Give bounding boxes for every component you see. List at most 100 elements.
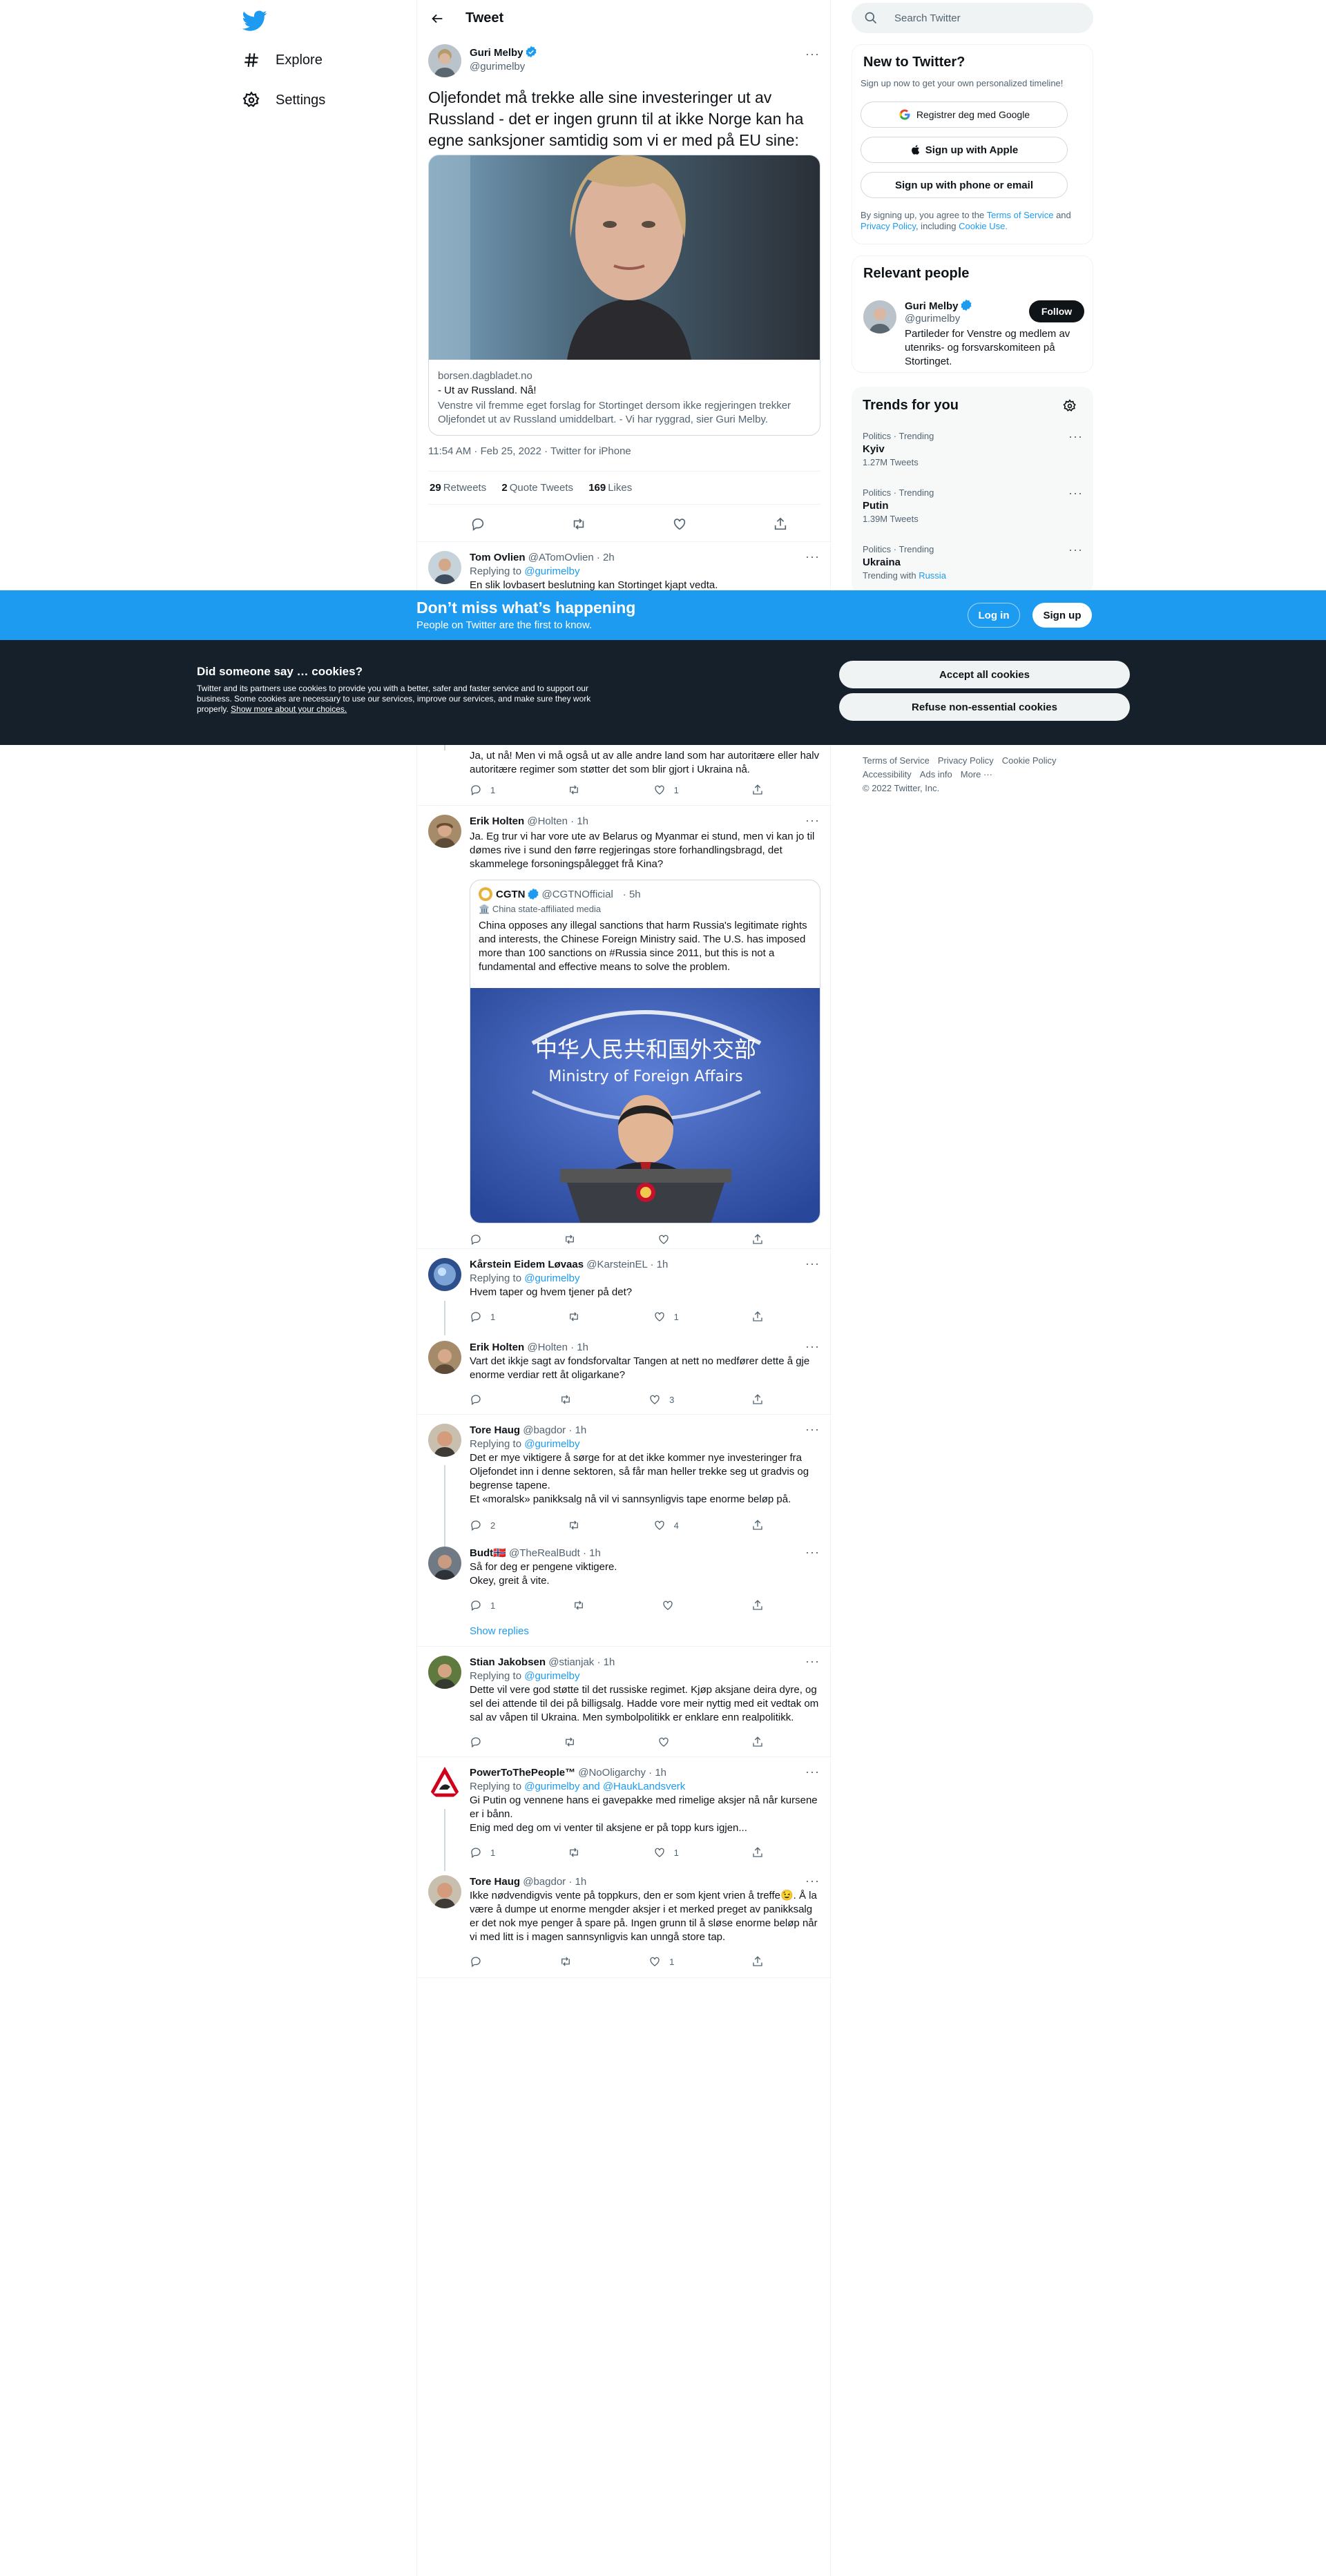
reply-tweet[interactable]: Budt🇳🇴 @TheRealBudt · 1h Så for deg er p… xyxy=(417,1538,832,1649)
avatar[interactable] xyxy=(428,1766,461,1799)
avatar[interactable] xyxy=(428,815,461,848)
follow-button[interactable]: Follow xyxy=(1029,300,1084,322)
trend-item[interactable]: Politics · Trending Kyiv 1.27M Tweets xyxy=(863,431,1084,467)
reply-button[interactable]: 1 xyxy=(470,1310,495,1323)
more-options-icon[interactable]: ··· xyxy=(805,1257,819,1273)
trend-related-link[interactable]: Russia xyxy=(919,570,946,581)
search-input[interactable]: Search Twitter xyxy=(852,3,1093,33)
mention-link[interactable]: @gurimelby xyxy=(524,1438,579,1450)
reply-button[interactable]: 1 xyxy=(470,1846,495,1859)
more-options-icon[interactable]: ··· xyxy=(805,1546,819,1562)
avatar[interactable] xyxy=(428,1258,461,1291)
more-options-icon[interactable]: ··· xyxy=(805,1875,819,1890)
like-button[interactable]: 4 xyxy=(653,1519,679,1531)
like-button[interactable] xyxy=(657,1233,670,1246)
share-button[interactable] xyxy=(751,1233,764,1246)
trend-item[interactable]: Politics · Trending Putin 1.39M Tweets xyxy=(863,487,1084,524)
avatar[interactable] xyxy=(428,44,461,77)
like-icon[interactable] xyxy=(672,516,687,532)
show-replies-link[interactable]: Show replies xyxy=(470,1625,529,1637)
retweet-button[interactable] xyxy=(568,1310,580,1323)
avatar[interactable] xyxy=(428,551,461,584)
retweet-button[interactable] xyxy=(559,1393,572,1406)
reply-tweet[interactable]: PowerToThePeople™ @NoOligarchy · 1h Repl… xyxy=(417,1758,832,1868)
reply-button[interactable] xyxy=(470,1393,482,1406)
mention-link[interactable]: @gurimelby xyxy=(524,565,579,577)
footer-more-link[interactable]: More ··· xyxy=(961,769,992,779)
more-options-icon[interactable]: ··· xyxy=(1068,543,1082,559)
reply-author-name[interactable]: PowerToThePeople™ xyxy=(470,1767,575,1779)
privacy-link[interactable]: Privacy Policy xyxy=(861,221,916,231)
like-button[interactable] xyxy=(657,1736,670,1748)
reply-tweet[interactable]: Erik Holten @Holten · 1h Ja. Eg trur vi … xyxy=(417,806,832,1255)
footer-link[interactable]: Accessibility xyxy=(863,769,912,779)
reply-author-name[interactable]: Budt🇳🇴 xyxy=(470,1547,506,1559)
reply-button[interactable] xyxy=(470,1233,482,1246)
avatar[interactable] xyxy=(428,1656,461,1689)
trend-item[interactable]: Politics · Trending Ukraina Trending wit… xyxy=(863,544,1084,581)
footer-link[interactable]: Terms of Service xyxy=(863,755,930,766)
quotes-count[interactable]: 2 Quote Tweets xyxy=(501,482,573,494)
more-options-icon[interactable]: ··· xyxy=(805,1340,819,1356)
reply-author-handle[interactable]: @ATomOvlien · 2h xyxy=(528,552,615,563)
retweet-button[interactable] xyxy=(559,1955,572,1968)
reply-author-handle[interactable]: @bagdor · 1h xyxy=(523,1424,586,1436)
share-button[interactable] xyxy=(751,1599,764,1611)
share-button[interactable] xyxy=(751,1846,764,1859)
signup-button[interactable]: Sign up xyxy=(1032,603,1092,628)
share-button[interactable] xyxy=(751,1310,764,1323)
reply-author-name[interactable]: Tore Haug xyxy=(470,1876,520,1888)
footer-link[interactable]: Cookie Policy xyxy=(1002,755,1057,766)
reply-author-name[interactable]: Stian Jakobsen xyxy=(470,1656,546,1668)
more-options-icon[interactable]: ··· xyxy=(805,1423,819,1439)
quote-tweet[interactable]: CGTN @CGTNOfficial · 5h 🏛️ China state-a… xyxy=(470,880,820,1223)
author-handle[interactable]: @gurimelby xyxy=(470,61,537,72)
reply-author-handle[interactable]: @KarsteinEL · 1h xyxy=(586,1259,668,1270)
like-button[interactable]: 1 xyxy=(653,1310,679,1323)
reply-tweet[interactable]: Tore Haug @bagdor · 1h Replying to @guri… xyxy=(417,1415,832,1540)
reply-button[interactable] xyxy=(470,1955,482,1968)
like-button[interactable]: 3 xyxy=(648,1393,674,1406)
share-button[interactable] xyxy=(751,1955,764,1968)
avatar[interactable] xyxy=(428,1341,461,1374)
likes-count[interactable]: 169 Likes xyxy=(588,482,632,494)
apple-signup-button[interactable]: Sign up with Apple xyxy=(861,137,1068,163)
footer-link[interactable]: Ads info xyxy=(920,769,952,779)
phone-email-signup-button[interactable]: Sign up with phone or email xyxy=(861,172,1068,198)
retweet-button[interactable] xyxy=(568,784,580,796)
share-button[interactable] xyxy=(751,784,764,796)
accept-cookies-button[interactable]: Accept all cookies xyxy=(839,661,1130,688)
reply-author-handle[interactable]: @stianjak · 1h xyxy=(548,1656,615,1668)
cookie-use-link[interactable]: Cookie Use. xyxy=(959,221,1008,231)
like-button[interactable]: 1 xyxy=(648,1955,674,1968)
avatar[interactable] xyxy=(428,1424,461,1457)
footer-link[interactable]: Privacy Policy xyxy=(938,755,994,766)
reply-author-handle[interactable]: @Holten · 1h xyxy=(527,815,588,827)
reply-author-name[interactable]: Tore Haug xyxy=(470,1424,520,1436)
retweet-button[interactable] xyxy=(568,1519,580,1531)
reply-author-handle[interactable]: @TheRealBudt · 1h xyxy=(509,1547,601,1559)
more-options-icon[interactable]: ··· xyxy=(805,814,819,830)
share-button[interactable] xyxy=(751,1393,764,1406)
reply-button[interactable]: 2 xyxy=(470,1519,495,1531)
reply-tweet[interactable]: Kårstein Eidem Løvaas @KarsteinEL · 1h R… xyxy=(417,1250,832,1339)
avatar[interactable] xyxy=(428,1875,461,1908)
author-name[interactable]: Guri Melby xyxy=(470,47,523,59)
reply-tweet[interactable]: Erik Holten @Holten · 1h Vart det ikkje … xyxy=(417,1333,832,1415)
google-signup-button[interactable]: Registrer deg med Google xyxy=(861,101,1068,128)
terms-link[interactable]: Terms of Service xyxy=(987,210,1054,220)
reply-author-name[interactable]: Erik Holten xyxy=(470,815,524,827)
retweet-button[interactable] xyxy=(573,1599,585,1611)
reply-author-handle[interactable]: @bagdor · 1h xyxy=(523,1876,586,1888)
like-button[interactable]: 1 xyxy=(653,784,679,796)
retweet-button[interactable] xyxy=(564,1736,576,1748)
reply-icon[interactable] xyxy=(470,516,486,532)
like-button[interactable] xyxy=(662,1599,674,1611)
reply-tweet[interactable]: Stian Jakobsen @stianjak · 1h Replying t… xyxy=(417,1647,832,1758)
share-button[interactable] xyxy=(751,1736,764,1748)
reply-tweet[interactable]: Tore Haug @bagdor · 1h Ikke nødvendigvis… xyxy=(417,1867,832,1977)
more-options-icon[interactable]: ··· xyxy=(805,48,819,64)
twitter-logo-icon[interactable] xyxy=(242,8,267,33)
retweet-button[interactable] xyxy=(564,1233,576,1246)
avatar[interactable] xyxy=(428,1547,461,1580)
